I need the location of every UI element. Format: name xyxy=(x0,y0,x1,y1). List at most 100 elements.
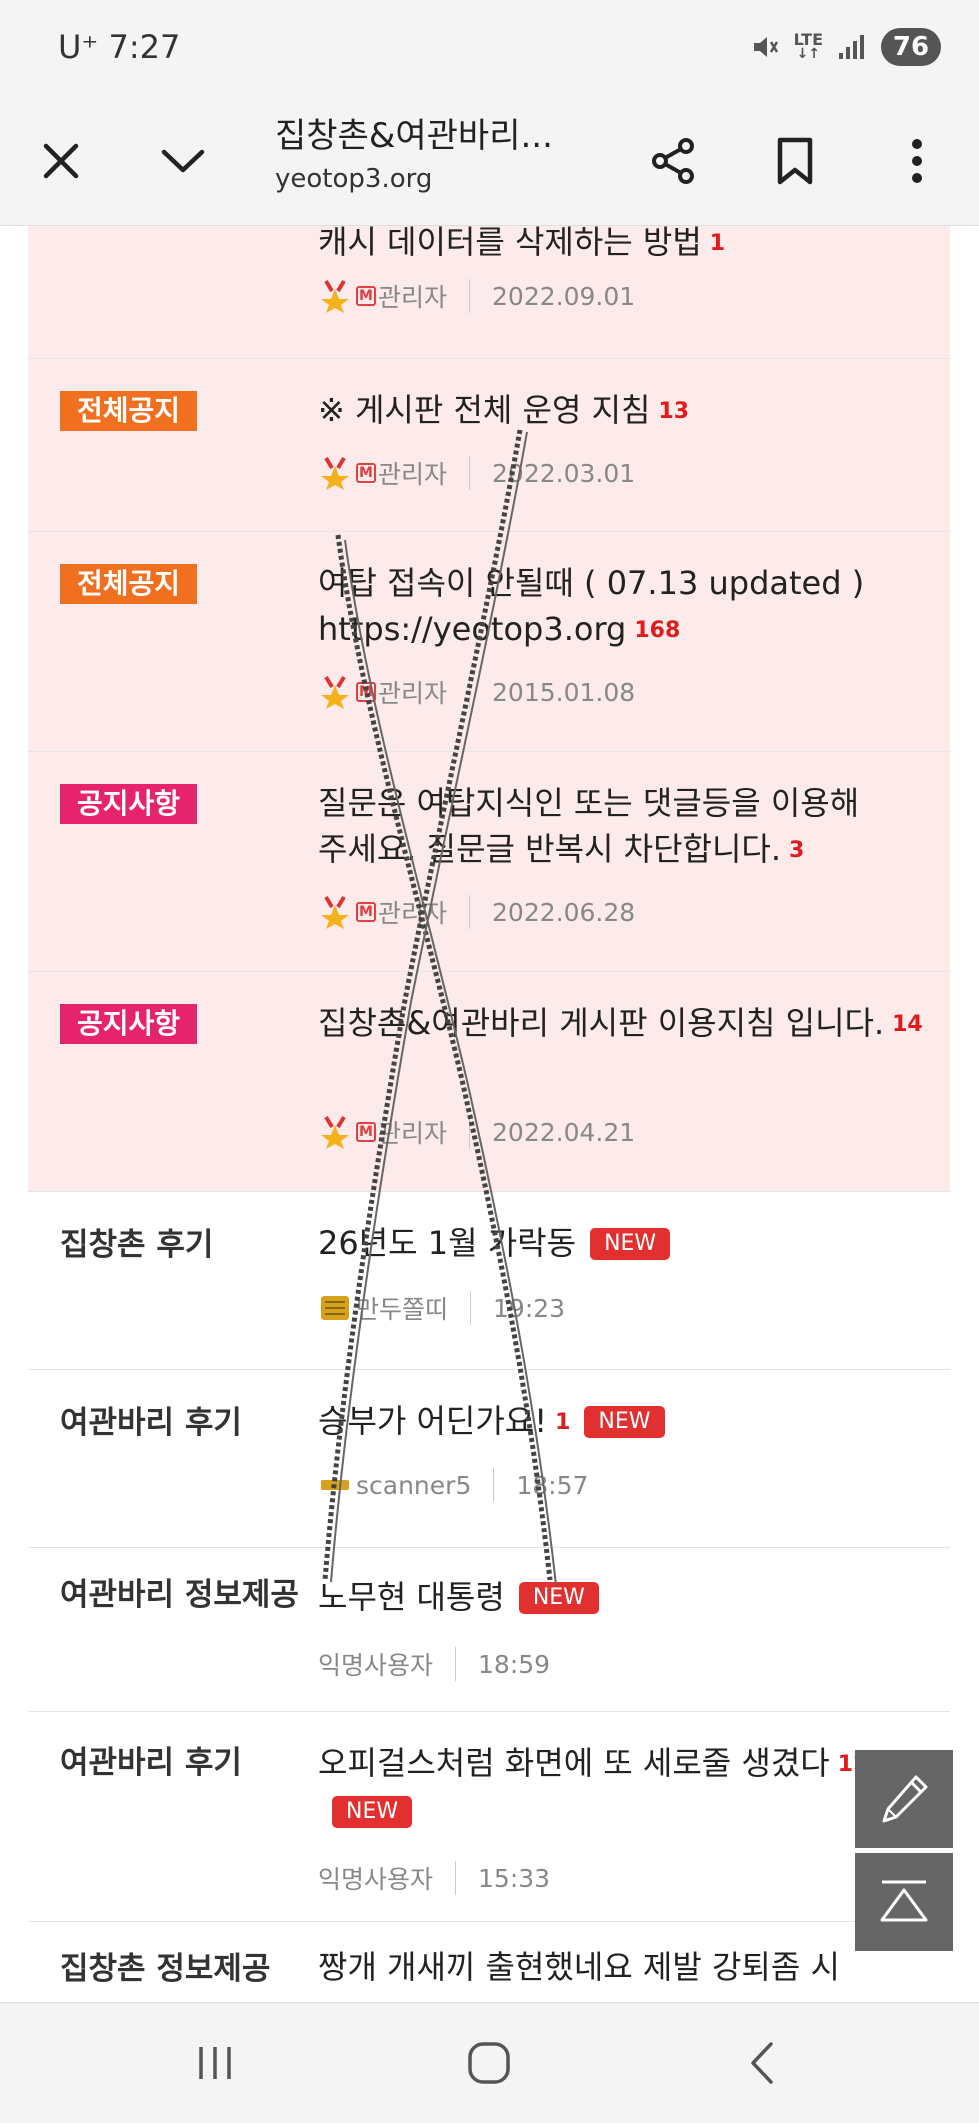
scroll-top-button[interactable] xyxy=(855,1853,953,1951)
more-options-button[interactable] xyxy=(882,126,952,196)
post-meta: 만두쫄띠 19:23 xyxy=(318,1290,565,1326)
divider xyxy=(455,1861,457,1895)
bookmark-button[interactable] xyxy=(760,126,830,196)
author[interactable]: 관리자 xyxy=(378,455,447,491)
recent-apps-icon xyxy=(199,2047,231,2079)
recent-apps-button[interactable] xyxy=(180,2033,250,2093)
post-meta: M 관리자 2022.06.28 xyxy=(318,894,635,930)
status-bar: U⁺ 7:27 LTE ↓↑ 76 xyxy=(0,0,979,96)
post-title[interactable]: 캐시 데이터를 삭제하는 방법 1 xyxy=(318,226,930,267)
post-time: 19:23 xyxy=(493,1293,566,1323)
notice-badge: 전체공지 xyxy=(60,564,198,604)
list-item[interactable]: 전체공지 여탑 접속이 안될때 ( 07.13 updated ) https:… xyxy=(28,532,950,752)
data-arrows-icon: ↓↑ xyxy=(796,46,821,62)
post-title[interactable]: 노무현 대통령 NEW xyxy=(318,1574,930,1620)
comment-count: 3 xyxy=(789,838,805,863)
share-button[interactable] xyxy=(638,126,708,196)
author[interactable]: 관리자 xyxy=(378,1114,447,1150)
close-icon xyxy=(43,143,79,179)
admin-medal-icon xyxy=(321,675,349,709)
back-button[interactable] xyxy=(728,2033,798,2093)
admin-m-badge: M xyxy=(356,902,376,922)
new-badge: NEW xyxy=(590,1228,671,1260)
post-title[interactable]: 여탑 접속이 안될때 ( 07.13 updated ) https://yeo… xyxy=(318,560,918,654)
list-item[interactable]: 집창촌 정보제공 짱개 개새끼 출현했네요 제발 강퇴좀 시 xyxy=(28,1922,950,2002)
admin-m-badge: M xyxy=(356,286,376,306)
post-title[interactable]: 26년도 1월 가락동 NEW xyxy=(318,1220,930,1266)
post-title[interactable]: ※ 게시판 전체 운영 지침 13 xyxy=(318,387,930,435)
back-icon xyxy=(751,2042,773,2084)
level-icon xyxy=(321,1296,349,1320)
post-meta: M 관리자 2015.01.08 xyxy=(318,674,635,710)
post-title-text: ※ 게시판 전체 운영 지침 xyxy=(318,391,651,429)
list-item[interactable]: 여관바리 정보제공 노무현 대통령 NEW 익명사용자 18:59 xyxy=(28,1548,950,1712)
post-date: 2022.09.01 xyxy=(492,281,636,311)
author[interactable]: 관리자 xyxy=(378,894,447,930)
status-icons: LTE ↓↑ 76 xyxy=(750,28,941,66)
author[interactable]: 만두쫄띠 xyxy=(356,1290,448,1326)
post-title[interactable]: 집창촌&여관바리 게시판 이용지침 입니다. 14 xyxy=(318,1000,930,1048)
home-button[interactable] xyxy=(454,2033,524,2093)
post-time: 18:59 xyxy=(478,1649,551,1679)
list-item[interactable]: 공지사항 집창촌&여관바리 게시판 이용지침 입니다. 14 M 관리자 2022… xyxy=(28,972,950,1192)
post-category: 여관바리 정보제공 xyxy=(60,1577,299,1613)
list-item[interactable]: 여관바리 후기 오피걸스처럼 화면에 또 세로줄 생겼다 12NEW 익명사용자 … xyxy=(28,1712,950,1922)
mute-icon xyxy=(753,37,778,57)
divider xyxy=(493,1468,495,1502)
post-meta: 익명사용자 18:59 xyxy=(318,1646,550,1682)
list-item[interactable]: 여관바리 후기 승부가 어딘가요! 1 NEW scanner5 18:57 xyxy=(28,1370,950,1548)
list-item[interactable]: 공지사항 질문은 여탑지식인 또는 댓글등을 이용해 주세요. 질문글 반복시 … xyxy=(28,752,950,972)
list-item[interactable]: 전체공지 ※ 게시판 전체 운영 지침 13 M 관리자 2022.03.01 xyxy=(28,359,950,532)
share-icon xyxy=(652,138,694,184)
list-item[interactable]: 집창촌 후기 26년도 1월 가락동 NEW 만두쫄띠 19:23 xyxy=(28,1192,950,1370)
admin-medal-icon xyxy=(321,456,349,490)
author[interactable]: 익명사용자 xyxy=(318,1860,433,1896)
post-date: 2022.06.28 xyxy=(492,897,636,927)
post-meta: M 관리자 2022.03.01 xyxy=(318,455,635,491)
comment-count: 1 xyxy=(709,231,726,256)
admin-m-badge: M xyxy=(356,463,376,483)
network-label: LTE xyxy=(793,30,823,49)
post-meta: 익명사용자 15:33 xyxy=(318,1860,550,1896)
home-icon xyxy=(468,2042,510,2084)
post-time: 15:33 xyxy=(478,1863,551,1893)
author[interactable]: 관리자 xyxy=(378,278,447,314)
post-title-text: 오피걸스처럼 화면에 또 세로줄 생겼다 xyxy=(318,1744,830,1782)
comment-count: 13 xyxy=(658,399,690,424)
divider xyxy=(469,279,471,313)
divider xyxy=(455,1647,457,1681)
page-title: 집창촌&여관바리... xyxy=(275,116,553,156)
post-category: 여관바리 후기 xyxy=(60,1405,242,1441)
browser-toolbar: 집창촌&여관바리... yeotop3.org xyxy=(0,96,979,226)
lte-indicator: LTE ↓↑ xyxy=(793,30,823,62)
post-title[interactable]: 질문은 여탑지식인 또는 댓글등을 이용해 주세요. 질문글 반복시 차단합니다… xyxy=(318,780,930,874)
author[interactable]: scanner5 xyxy=(356,1471,471,1500)
bookmark-icon xyxy=(777,137,813,185)
admin-medal-icon xyxy=(321,1115,349,1149)
post-title[interactable]: 오피걸스처럼 화면에 또 세로줄 생겼다 12NEW xyxy=(318,1740,878,1834)
collapse-button[interactable] xyxy=(148,126,218,196)
post-list: 캐시 데이터를 삭제하는 방법 1 M 관리자 2022.09.01 전체공지 ※… xyxy=(28,226,950,2002)
new-badge: NEW xyxy=(332,1796,413,1828)
divider xyxy=(469,675,471,709)
battery-indicator: 76 xyxy=(881,28,941,66)
signal-icon xyxy=(839,35,864,59)
divider xyxy=(469,456,471,490)
post-meta: M 관리자 2022.04.21 xyxy=(318,1114,635,1150)
post-category: 집창촌 후기 xyxy=(60,1227,214,1263)
admin-medal-icon xyxy=(321,279,349,313)
author[interactable]: 익명사용자 xyxy=(318,1646,433,1682)
post-title[interactable]: 승부가 어딘가요! 1 NEW xyxy=(318,1398,930,1446)
chevron-down-icon xyxy=(161,149,205,173)
page-url[interactable]: yeotop3.org xyxy=(275,164,432,194)
author[interactable]: 관리자 xyxy=(378,674,447,710)
list-item[interactable]: 캐시 데이터를 삭제하는 방법 1 M 관리자 2022.09.01 xyxy=(28,226,950,359)
write-button[interactable] xyxy=(855,1750,953,1848)
notice-badge: 공지사항 xyxy=(60,1004,198,1044)
post-title[interactable]: 짱개 개새끼 출현했네요 제발 강퇴좀 시 xyxy=(318,1944,930,1990)
new-badge: NEW xyxy=(584,1406,665,1438)
post-category: 집창촌 정보제공 xyxy=(60,1951,271,1987)
comment-count: 1 xyxy=(555,1410,571,1435)
admin-m-badge: M xyxy=(356,1122,376,1142)
close-button[interactable] xyxy=(26,126,96,196)
